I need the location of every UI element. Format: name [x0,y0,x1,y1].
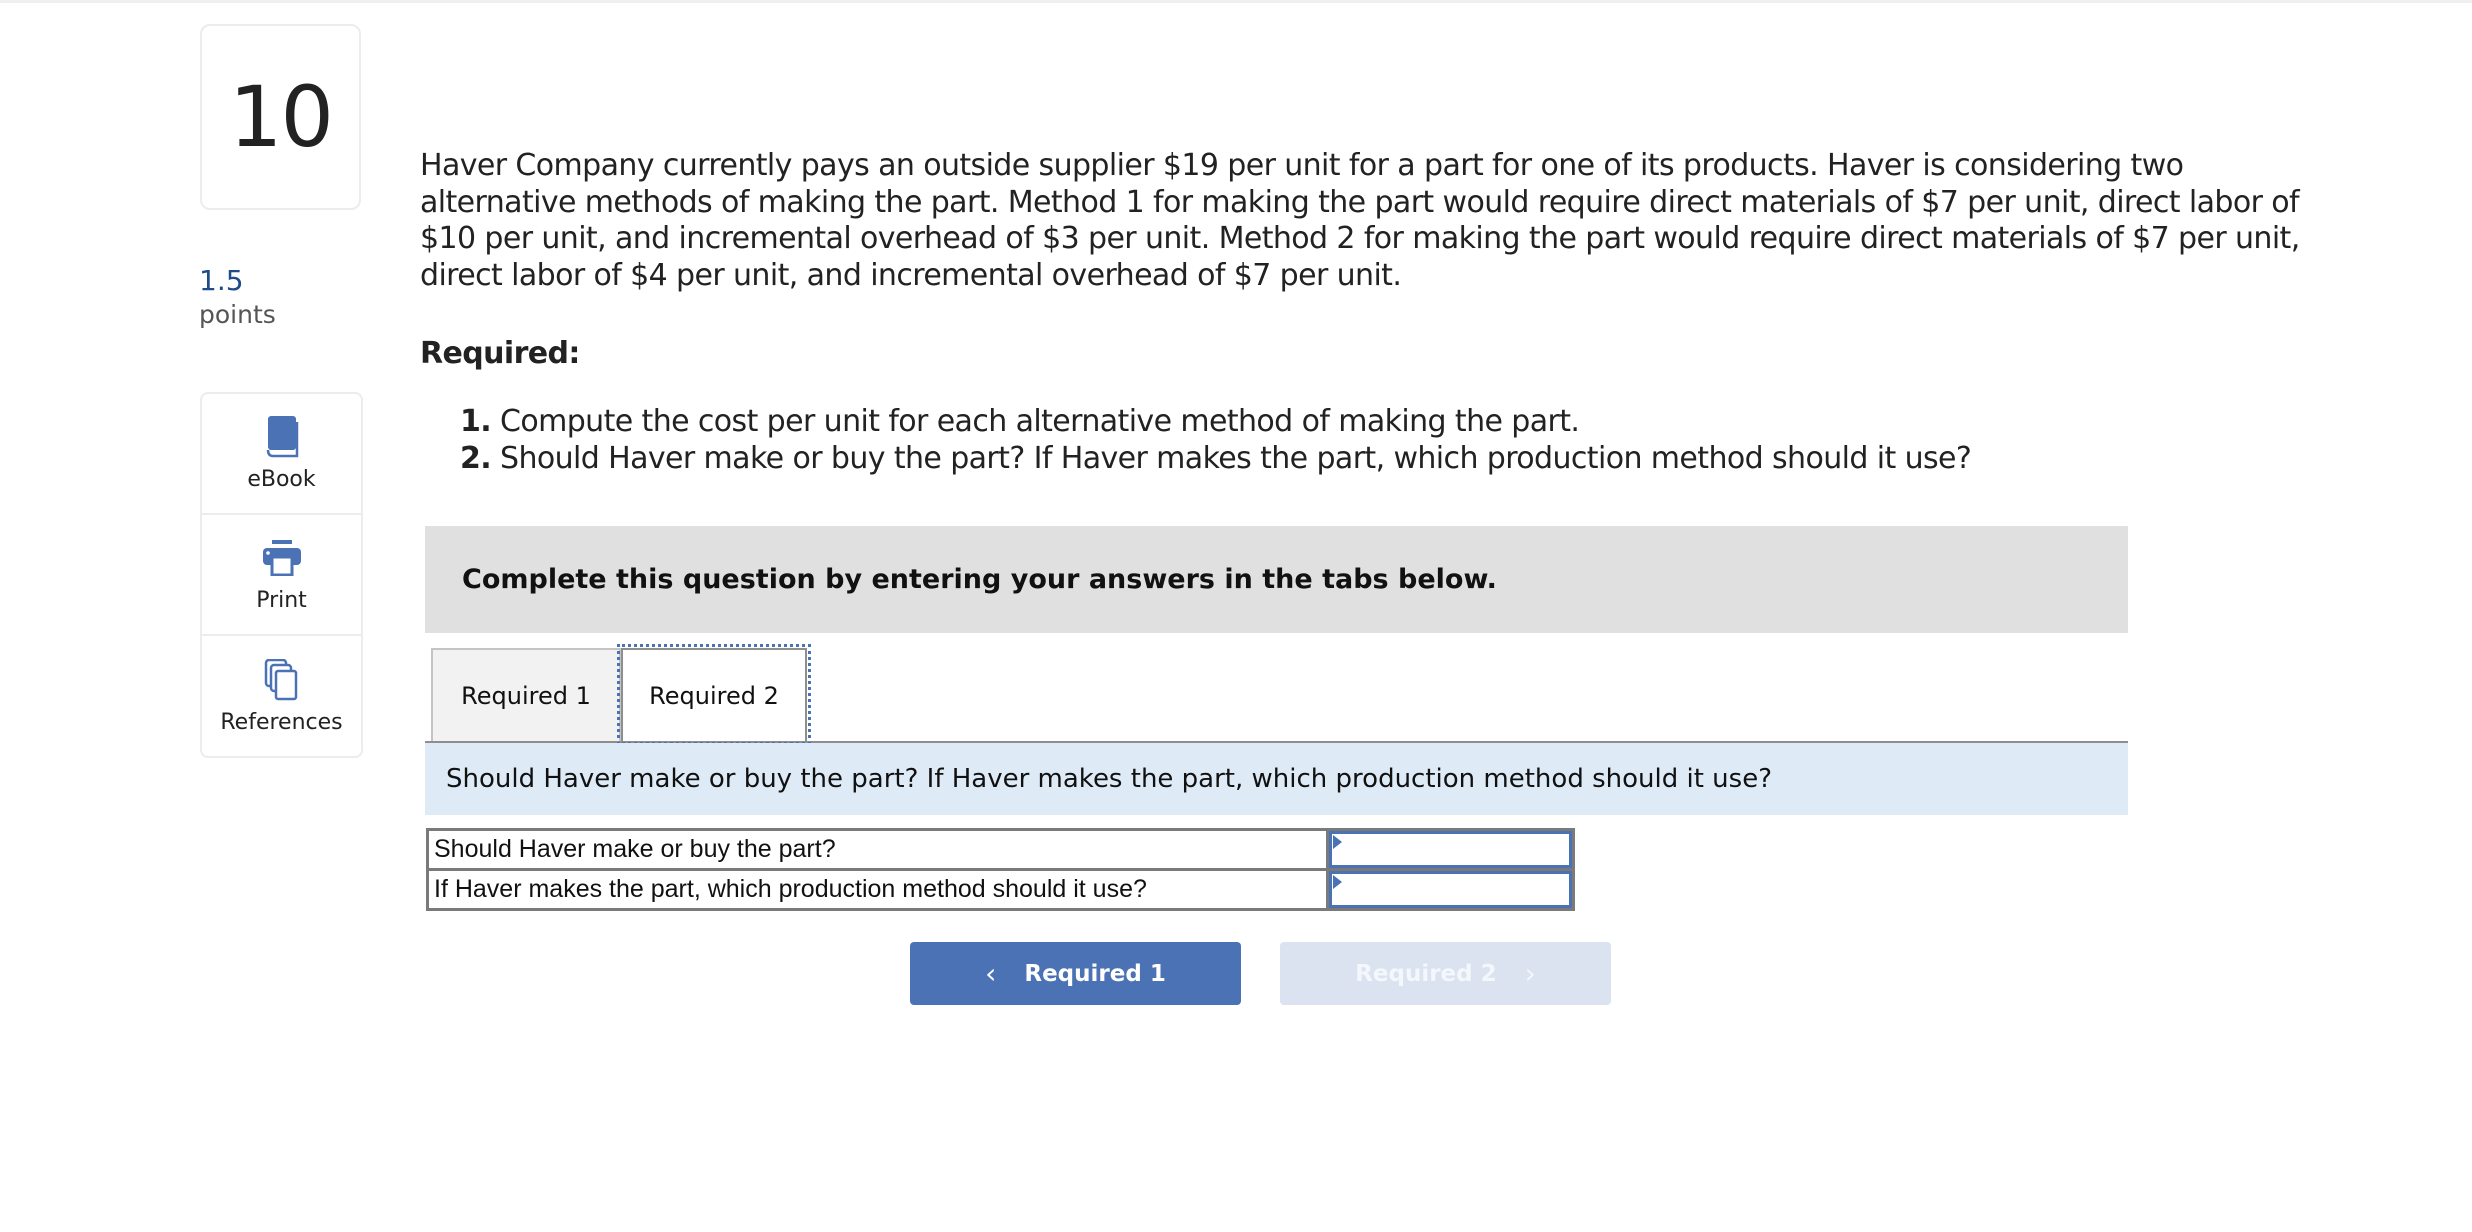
production-method-dropdown[interactable] [1329,871,1572,908]
references-button[interactable]: References [202,636,361,757]
points-value: 1.5 [199,264,244,297]
ebook-label: eBook [247,467,316,492]
dropdown-marker-icon [1333,835,1342,849]
printer-icon [262,536,302,580]
instructions-banner: Complete this question by entering your … [425,526,2128,633]
print-button[interactable]: Print [202,515,361,636]
tab-prompt-text: Should Haver make or buy the part? If Ha… [446,764,1772,794]
tab-required-2[interactable]: Required 2 [617,644,811,745]
instructions-text: Complete this question by entering your … [462,564,1497,595]
row-label: If Haver makes the part, which productio… [426,868,1329,911]
tab-required-1[interactable]: Required 1 [431,648,621,741]
print-label: Print [256,588,307,613]
prev-button-label: Required 1 [1024,960,1166,987]
make-or-buy-dropdown[interactable] [1329,831,1572,868]
references-label: References [220,710,343,735]
book-icon [262,415,302,459]
required-item: 2. Should Haver make or buy the part? If… [460,440,1972,476]
next-required-2-button[interactable]: Required 2 › [1280,942,1611,1005]
dropdown-marker-icon [1333,875,1342,889]
top-divider [0,0,2472,3]
ebook-button[interactable]: eBook [202,394,361,515]
prev-required-1-button[interactable]: ‹ Required 1 [910,942,1241,1005]
chevron-left-icon: ‹ [985,957,997,990]
required-list: 1. Compute the cost per unit for each al… [460,404,1972,477]
required-item: 1. Compute the cost per unit for each al… [460,404,1580,439]
tools-panel: eBook Print References [200,392,363,758]
chevron-right-icon: › [1524,957,1536,990]
table-row: If Haver makes the part, which productio… [426,868,1575,911]
row-label: Should Haver make or buy the part? [426,828,1329,871]
answer-table: Should Haver make or buy the part? If Ha… [426,828,1575,911]
documents-icon [262,658,302,702]
table-row: Should Haver make or buy the part? [426,828,1575,871]
answer-cell [1326,868,1575,911]
points-label: points [199,300,276,329]
question-number-card: 10 [200,24,361,210]
required-heading: Required: [420,336,580,371]
next-button-label: Required 2 [1355,960,1497,987]
tab-prompt-bar: Should Haver make or buy the part? If Ha… [425,743,2128,815]
question-text: Haver Company currently pays an outside … [420,148,2300,293]
question-number: 10 [229,68,334,166]
answer-tabs: Required 1 Required 2 [425,644,2128,745]
answer-cell [1326,828,1575,871]
